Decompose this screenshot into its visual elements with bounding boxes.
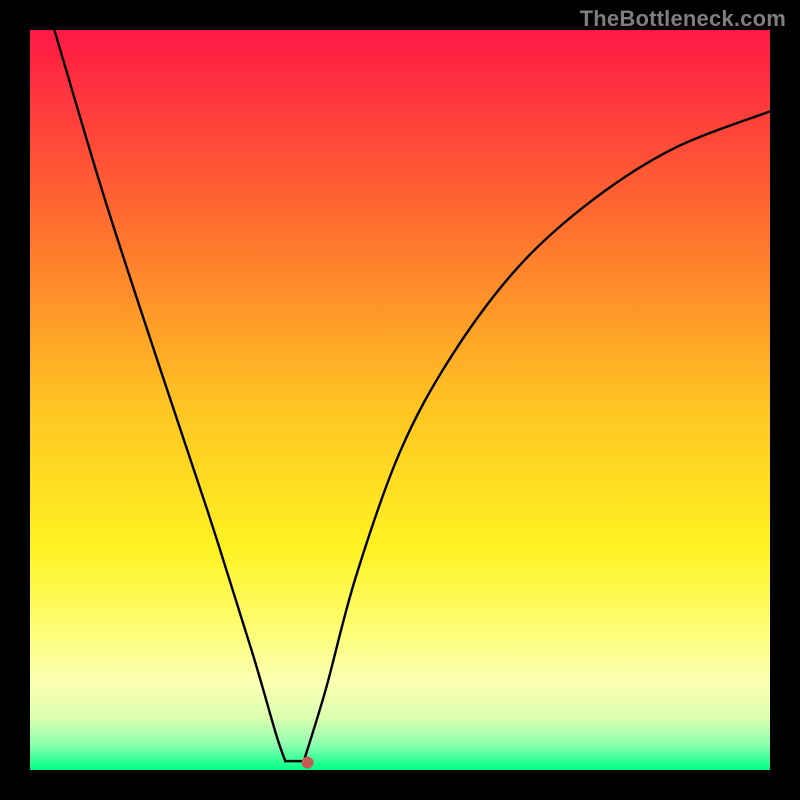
plot-area xyxy=(30,30,770,770)
watermark-label: TheBottleneck.com xyxy=(580,6,786,32)
chart-frame: TheBottleneck.com xyxy=(0,0,800,800)
bottleneck-curve xyxy=(54,30,770,761)
curve-layer xyxy=(30,30,770,770)
marker-dot xyxy=(302,757,314,769)
